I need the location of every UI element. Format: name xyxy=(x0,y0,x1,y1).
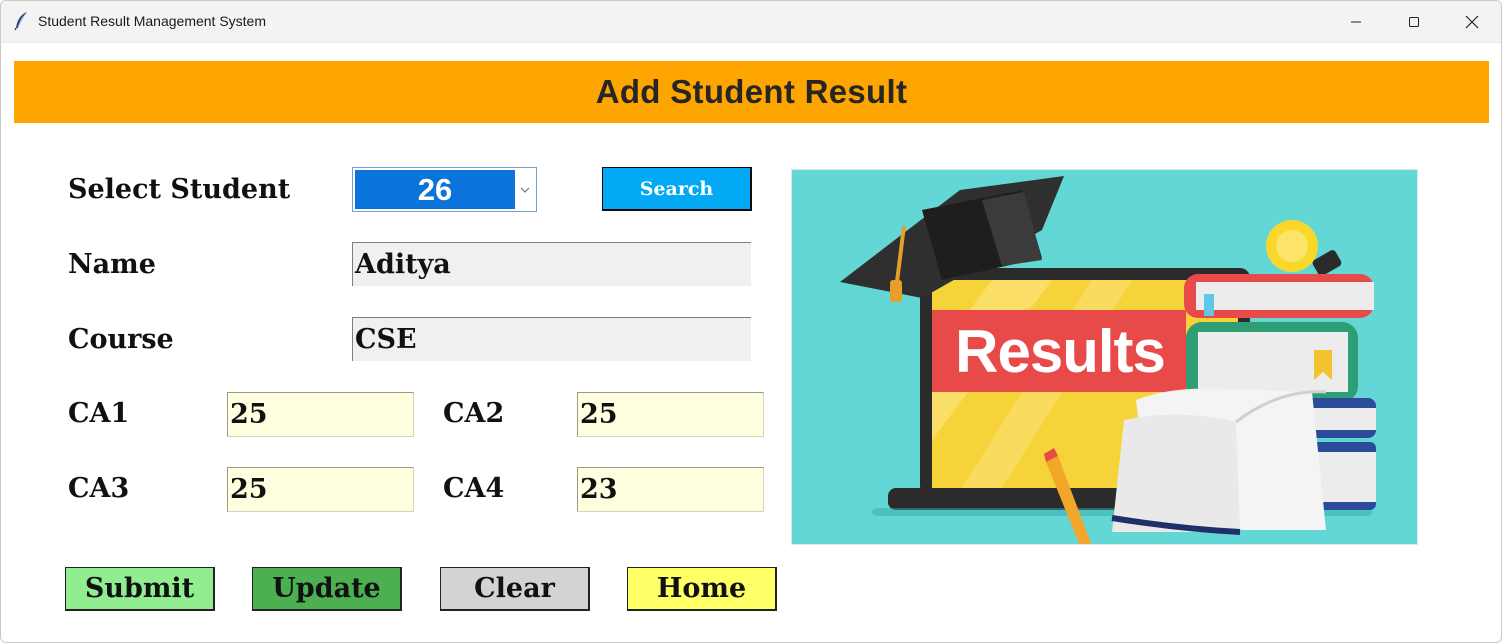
minimize-icon xyxy=(1351,21,1361,22)
close-button[interactable] xyxy=(1443,1,1501,42)
student-select-value: 26 xyxy=(355,170,515,209)
clear-button[interactable]: Clear xyxy=(440,567,590,611)
chevron-down-icon[interactable] xyxy=(514,168,536,211)
maximize-icon xyxy=(1409,16,1419,27)
search-button[interactable]: Search xyxy=(602,167,752,211)
course-label: Course xyxy=(68,324,174,355)
title-bar: Student Result Management System xyxy=(1,1,1501,43)
name-label: Name xyxy=(68,249,156,280)
results-illustration: Results xyxy=(791,169,1418,545)
submit-button[interactable]: Submit xyxy=(65,567,215,611)
ca2-field[interactable]: 25 xyxy=(577,392,764,437)
ca2-label: CA2 xyxy=(443,398,505,429)
window-title: Student Result Management System xyxy=(38,13,267,29)
home-button[interactable]: Home xyxy=(627,567,777,611)
app-window: Student Result Management System Add Stu… xyxy=(0,0,1502,643)
ca3-field[interactable]: 25 xyxy=(227,467,414,512)
ca1-field[interactable]: 25 xyxy=(227,392,414,437)
close-icon xyxy=(1465,15,1479,28)
minimize-button[interactable] xyxy=(1327,1,1385,42)
maximize-button[interactable] xyxy=(1385,1,1443,42)
ca4-field[interactable]: 23 xyxy=(577,467,764,512)
page-title: Add Student Result xyxy=(595,73,908,110)
header-banner: Add Student Result xyxy=(14,61,1489,123)
results-banner-text: Results xyxy=(955,317,1166,385)
student-select[interactable]: 26 xyxy=(352,167,537,212)
name-field[interactable]: Aditya xyxy=(352,242,751,286)
course-field[interactable]: CSE xyxy=(352,317,751,361)
select-student-label: Select Student xyxy=(68,174,291,205)
ca4-label: CA4 xyxy=(443,473,505,504)
feather-icon xyxy=(13,11,31,31)
update-button[interactable]: Update xyxy=(252,567,402,611)
ca1-label: CA1 xyxy=(68,398,130,429)
ca3-label: CA3 xyxy=(68,473,130,504)
